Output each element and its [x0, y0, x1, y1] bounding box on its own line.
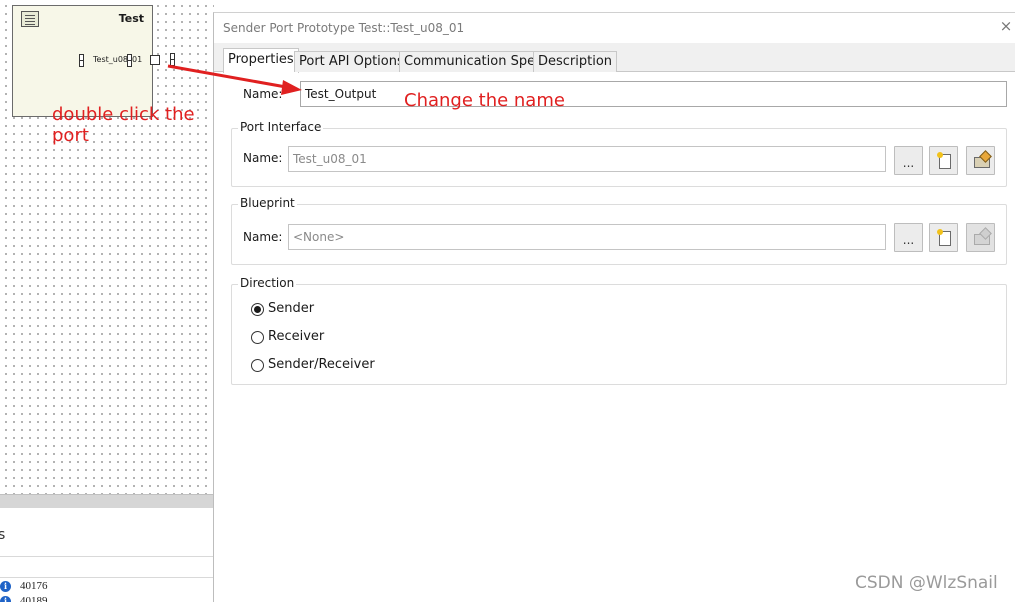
close-icon[interactable]: ×: [998, 17, 1014, 35]
panel-splitter[interactable]: [0, 494, 214, 508]
annotation-double-click: double click the port: [52, 104, 195, 146]
tab-port-api-options[interactable]: Port API Options: [294, 51, 409, 72]
messages-panel-title: s: [0, 527, 6, 543]
direction-title: Direction: [238, 276, 297, 290]
browse-button[interactable]: ...: [894, 146, 923, 175]
component-title: Test: [118, 12, 144, 25]
radio-button[interactable]: [251, 359, 264, 372]
radio-label: Sender: [268, 301, 315, 316]
message-row[interactable]: i 40189: [0, 594, 214, 602]
edit-interface-button[interactable]: [966, 146, 995, 175]
dialog-title: Sender Port Prototype Test::Test_u08_01: [223, 21, 465, 35]
tab-communication-spec[interactable]: Communication Spec: [399, 51, 548, 72]
tab-properties[interactable]: Properties: [223, 48, 299, 73]
port-interface-name-input[interactable]: Test_u08_01: [288, 146, 886, 172]
info-icon: i: [0, 596, 11, 602]
edit-blueprint-button: [966, 223, 995, 252]
radio-button[interactable]: [251, 303, 264, 316]
radio-label: Sender/Receiver: [268, 357, 375, 372]
message-row[interactable]: i 40176: [0, 579, 214, 595]
diagram-canvas[interactable]: Test Test_u08_01 double click the port: [0, 0, 214, 494]
annotation-change-name: Change the name: [404, 90, 565, 111]
port-connector-icon: [170, 53, 175, 66]
blueprint-name-input[interactable]: <None>: [288, 224, 886, 250]
blueprint-group: Blueprint Name: <None> ...: [231, 196, 1007, 265]
browse-button[interactable]: ...: [894, 223, 923, 252]
blueprint-name-label: Name:: [243, 230, 283, 244]
new-blueprint-button[interactable]: [929, 223, 958, 252]
port-symbol-icon: [127, 54, 132, 67]
direction-group: Direction Sender Receiver Sender/Receive…: [231, 276, 1007, 385]
swc-component-box[interactable]: Test Test_u08_01: [12, 5, 175, 117]
tab-description[interactable]: Description: [533, 51, 618, 72]
port-interface-group: Port Interface Name: Test_u08_01 ...: [231, 120, 1007, 187]
new-interface-button[interactable]: [929, 146, 958, 175]
component-icon: [21, 11, 39, 27]
tab-strip: Properties Port API Options Communicatio…: [214, 43, 1015, 73]
radio-label: Receiver: [268, 329, 325, 344]
messages-header: [0, 556, 214, 578]
message-text: 40176: [20, 580, 48, 592]
dialog-titlebar[interactable]: Sender Port Prototype Test::Test_u08_01 …: [214, 13, 1015, 43]
name-label: Name:: [243, 87, 283, 101]
port-interface-name-label: Name:: [243, 151, 283, 165]
port-label[interactable]: Test_u08_01: [93, 55, 142, 64]
port-interface-title: Port Interface: [238, 120, 324, 134]
radio-button[interactable]: [251, 331, 264, 344]
sender-port-prototype-dialog: Sender Port Prototype Test::Test_u08_01 …: [213, 12, 1015, 602]
port-symbol-icon: [79, 54, 84, 67]
sender-port[interactable]: [150, 55, 160, 65]
message-text: 40189: [20, 595, 48, 602]
blueprint-title: Blueprint: [238, 196, 297, 210]
watermark: CSDN @WlzSnail: [855, 573, 998, 593]
info-icon: i: [0, 581, 11, 592]
messages-panel: s i 40176 i 40189: [0, 508, 214, 602]
